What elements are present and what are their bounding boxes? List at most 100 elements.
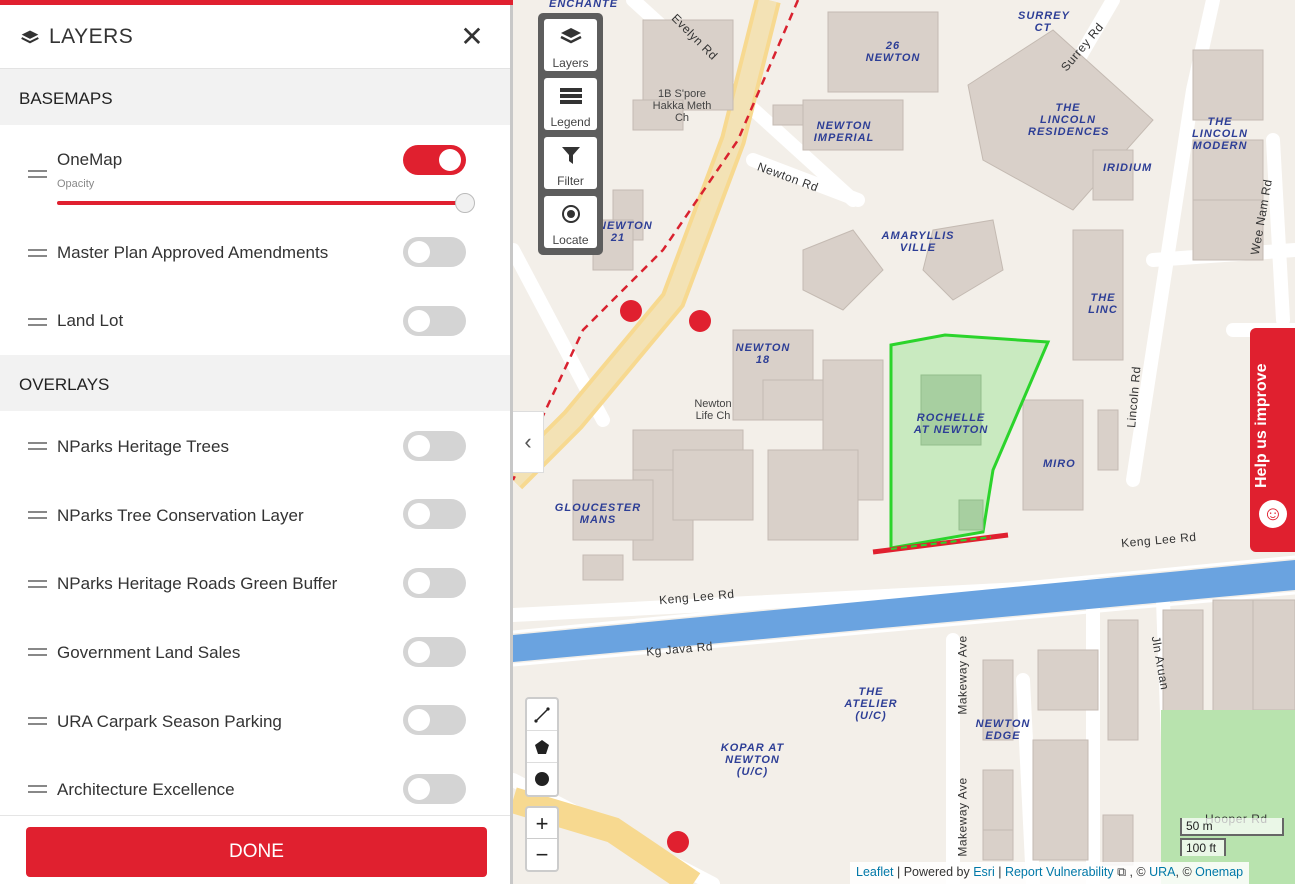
layer-row-heritage-roads: NParks Heritage Roads Green Buffer xyxy=(0,553,510,613)
map-label: ENCHANTE xyxy=(549,0,619,10)
map-label: AMARYLLIS VILLE xyxy=(881,230,955,254)
map-label: NEWTON IMPERIAL xyxy=(813,120,875,144)
basemaps-heading: BASEMAPS xyxy=(19,89,113,108)
layer-label: Master Plan Approved Amendments xyxy=(57,243,329,262)
draw-circle-button[interactable] xyxy=(527,763,557,795)
basemaps-section-header: BASEMAPS xyxy=(0,69,510,125)
line-icon xyxy=(534,707,550,723)
locate-button[interactable]: Locate xyxy=(544,196,597,248)
layer-label: NParks Heritage Roads Green Buffer xyxy=(57,574,338,593)
map-canvas[interactable]: ENCHANTE SURREY CT 26 NEWTON NEWTON IMPE… xyxy=(513,0,1295,884)
map-label: KOPAR AT NEWTON (U/C) xyxy=(720,742,785,778)
esri-link[interactable]: Esri xyxy=(973,865,995,879)
done-button[interactable]: DONE xyxy=(26,827,487,877)
layer-row-tree-conservation: NParks Tree Conservation Layer xyxy=(0,484,510,544)
close-icon[interactable]: ✕ xyxy=(460,23,484,51)
layer-label: URA Carpark Season Parking xyxy=(57,712,282,731)
filter-button-label: Filter xyxy=(557,174,584,188)
leaflet-link[interactable]: Leaflet xyxy=(856,865,894,879)
zoom-out-button[interactable]: − xyxy=(527,839,557,870)
legend-icon xyxy=(560,88,582,104)
locate-button-label: Locate xyxy=(552,233,589,247)
drag-handle-icon[interactable] xyxy=(28,170,47,182)
layers-icon xyxy=(21,30,39,44)
layer-row-heritage-trees: NParks Heritage Trees xyxy=(0,416,510,476)
layer-toggle[interactable] xyxy=(403,705,466,735)
external-link-icon: ⧉ xyxy=(1117,865,1126,879)
zoom-control: + − xyxy=(525,806,559,872)
map-label: THE LINCOLN RESIDENCES xyxy=(1028,102,1110,138)
panel-footer: DONE xyxy=(0,815,510,884)
layer-toggle[interactable] xyxy=(403,145,466,175)
filter-icon xyxy=(562,147,580,164)
layer-label: Land Lot xyxy=(57,311,124,330)
help-tab-label: Help us improve xyxy=(1253,363,1270,488)
drag-handle-icon[interactable] xyxy=(28,442,47,454)
draw-toolbar xyxy=(525,697,559,797)
collapse-panel-button[interactable]: ‹ xyxy=(513,411,544,473)
draw-polygon-button[interactable] xyxy=(527,731,557,763)
ura-link[interactable]: URA xyxy=(1149,865,1175,879)
polygon-icon xyxy=(535,740,549,754)
panel-header: LAYERS ✕ xyxy=(0,5,510,69)
overlays-section-header: OVERLAYS xyxy=(0,355,510,411)
layer-toggle[interactable] xyxy=(403,774,466,804)
layer-label: Architecture Excellence xyxy=(57,780,235,799)
map-label: ROCHELLE AT NEWTON xyxy=(913,412,989,436)
map-attribution: Leaflet | Powered by Esri | Report Vulne… xyxy=(850,862,1250,884)
layer-row-architecture-excellence: Architecture Excellence xyxy=(0,758,510,818)
help-us-improve-tab[interactable]: Help us improve ☺ xyxy=(1250,328,1295,552)
drag-handle-icon[interactable] xyxy=(28,249,47,261)
map-label: IRIDIUM xyxy=(1103,162,1153,174)
report-vulnerability-link[interactable]: Report Vulnerability xyxy=(1005,865,1114,879)
layer-label: Government Land Sales xyxy=(57,643,241,662)
layers-button-label: Layers xyxy=(552,56,589,70)
zoom-in-button[interactable]: + xyxy=(527,808,557,839)
road-label: Makeway Ave xyxy=(955,635,970,715)
layers-panel: LAYERS ✕ BASEMAPS OneMap Opacity Master … xyxy=(0,0,513,884)
filter-button[interactable]: Filter xyxy=(544,137,597,189)
drag-handle-icon[interactable] xyxy=(28,580,47,592)
map-graphics xyxy=(513,0,1295,884)
map-label: THE ATELIER (U/C) xyxy=(844,686,898,722)
drag-handle-icon[interactable] xyxy=(28,717,47,729)
layer-row-land-lot: Land Lot xyxy=(0,290,510,350)
map-label: Newton Life Ch xyxy=(694,398,732,422)
attribution-text: , © xyxy=(1175,865,1196,879)
layers-icon xyxy=(560,28,582,44)
layer-toggle[interactable] xyxy=(403,568,466,598)
layer-toggle[interactable] xyxy=(403,306,466,336)
drag-handle-icon[interactable] xyxy=(28,318,47,330)
map-label: 26 NEWTON xyxy=(865,40,921,64)
smiley-icon: ☺ xyxy=(1259,500,1287,528)
layer-row-government-land-sales: Government Land Sales xyxy=(0,621,510,681)
layer-toggle[interactable] xyxy=(403,237,466,267)
layer-row-carpark-season: URA Carpark Season Parking xyxy=(0,690,510,750)
circle-icon xyxy=(535,772,549,786)
layer-row-master-plan: Master Plan Approved Amendments xyxy=(0,222,510,282)
opacity-slider-handle[interactable] xyxy=(455,193,475,213)
opacity-slider[interactable] xyxy=(57,201,467,205)
map-label: NEWTON EDGE xyxy=(975,718,1031,742)
panel-title: LAYERS xyxy=(49,25,134,48)
attribution-text: | Powered by xyxy=(893,865,974,879)
layers-button[interactable]: Layers xyxy=(544,19,597,71)
drag-handle-icon[interactable] xyxy=(28,648,47,660)
map-label: THE LINCOLN MODERN xyxy=(1192,116,1248,152)
map-label: 1B S'pore Hakka Meth Ch xyxy=(652,88,712,124)
layer-toggle[interactable] xyxy=(403,637,466,667)
map-label: THE LINC xyxy=(1088,292,1118,316)
layer-label: NParks Heritage Trees xyxy=(57,437,229,456)
drag-handle-icon[interactable] xyxy=(28,511,47,523)
layer-toggle[interactable] xyxy=(403,499,466,529)
map-label: NEWTON 21 xyxy=(598,220,653,244)
drag-handle-icon[interactable] xyxy=(28,785,47,797)
attribution-sep: | xyxy=(994,865,1005,879)
layer-toggle[interactable] xyxy=(403,431,466,461)
map-label: SURREY CT xyxy=(1018,10,1070,34)
draw-line-button[interactable] xyxy=(527,699,557,731)
map-label: MIRO xyxy=(1043,458,1076,470)
map-label: GLOUCESTER MANS xyxy=(554,502,642,526)
legend-button[interactable]: Legend xyxy=(544,78,597,130)
onemap-link[interactable]: Onemap xyxy=(1195,865,1243,879)
